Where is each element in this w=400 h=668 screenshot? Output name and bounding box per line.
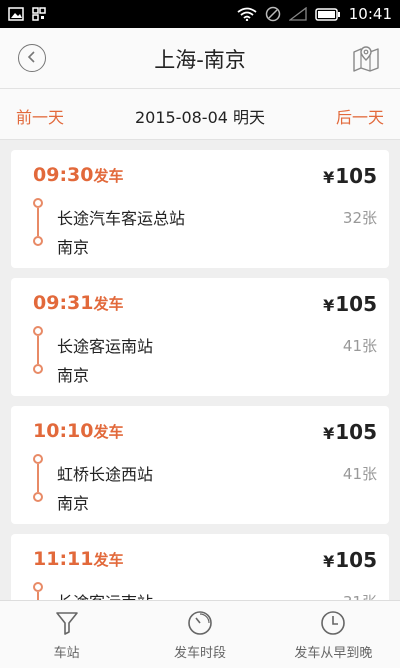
route-line-icon [33,198,43,250]
tab-label: 发车时段 [173,646,226,661]
departure-time-value: 11:11 [33,548,94,570]
currency-symbol: ¥ [323,552,335,571]
seats-remaining: 41张 [342,465,377,483]
map-pin-icon [352,46,380,76]
status-bar: 10:41 [0,0,400,28]
route-line-icon [33,582,43,600]
next-day-button[interactable]: 后一天 [336,104,384,128]
price-value: 105 [335,292,377,316]
ticket-price: ¥105 [323,420,377,444]
clock-icon [320,610,346,636]
trip-card[interactable]: 10:10发车 ¥105 虹桥长途西站 南京 41张 [11,406,389,524]
timer-icon [187,610,213,636]
arrival-station: 南京 [57,238,90,257]
gallery-notification-icon [8,7,24,21]
currency-symbol: ¥ [323,168,335,187]
arrival-station: 南京 [57,366,90,385]
battery-icon [315,7,341,21]
departure-time-value: 09:30 [33,164,94,186]
tab-departure-period[interactable]: 发车时段 [133,601,266,668]
currency-symbol: ¥ [323,424,335,443]
bottom-filter-bar: 车站 发车时段 发车从早到晚 [0,600,400,668]
departure-suffix: 发车 [93,551,124,569]
departure-station: 长途客运南站 [57,337,154,356]
no-sim-icon [265,6,281,22]
status-time: 10:41 [348,5,392,23]
trip-card[interactable]: 11:11发车 ¥105 长途客运南站 南京 31张 [11,534,389,600]
tab-label: 车站 [53,646,80,661]
departure-suffix: 发车 [93,295,124,313]
departure-suffix: 发车 [93,423,124,441]
page-title: 上海-南京 [154,48,246,72]
departure-time: 09:30发车 [33,164,124,186]
ticket-price: ¥105 [323,548,377,572]
tab-sort-early-to-late[interactable]: 发车从早到晚 [267,601,400,668]
trip-card[interactable]: 09:30发车 ¥105 长途汽车客运总站 南京 32张 [11,150,389,268]
departure-time: 11:11发车 [33,548,124,570]
departure-station: 长途汽车客运总站 [57,209,186,228]
ticket-price: ¥105 [323,292,377,316]
route-line-icon [33,326,43,378]
qr-code-notification-icon [32,7,46,21]
tab-station-filter[interactable]: 车站 [0,601,133,668]
price-value: 105 [335,164,377,188]
trip-card[interactable]: 09:31发车 ¥105 长途客运南站 南京 41张 [11,278,389,396]
seats-remaining: 31张 [343,591,377,600]
filter-icon [54,610,80,636]
ticket-price: ¥105 [323,164,377,188]
wifi-icon [237,7,257,21]
departure-station: 长途客运南站 [57,589,153,600]
price-value: 105 [335,548,377,572]
signal-icon [288,7,307,21]
map-button[interactable] [352,44,380,72]
route-line-icon [33,454,43,506]
seats-remaining: 32张 [342,209,377,227]
departure-time: 09:31发车 [33,292,124,314]
currency-symbol: ¥ [323,296,335,315]
tab-label: 发车从早到晚 [294,646,373,661]
trip-list[interactable]: 09:30发车 ¥105 长途汽车客运总站 南京 32张 09:31发车 ¥10… [0,140,400,600]
price-value: 105 [335,420,377,444]
departure-time-value: 10:10 [33,420,94,442]
departure-time-value: 09:31 [33,292,94,314]
date-selector: 前一天 2015-08-04 明天 后一天 [0,89,400,140]
departure-time: 10:10发车 [33,420,124,442]
departure-station: 虹桥长途西站 [57,465,154,484]
seats-remaining: 41张 [342,337,377,355]
arrival-station: 南京 [57,494,90,513]
departure-suffix: 发车 [93,167,124,185]
header: 上海-南京 [0,28,400,89]
